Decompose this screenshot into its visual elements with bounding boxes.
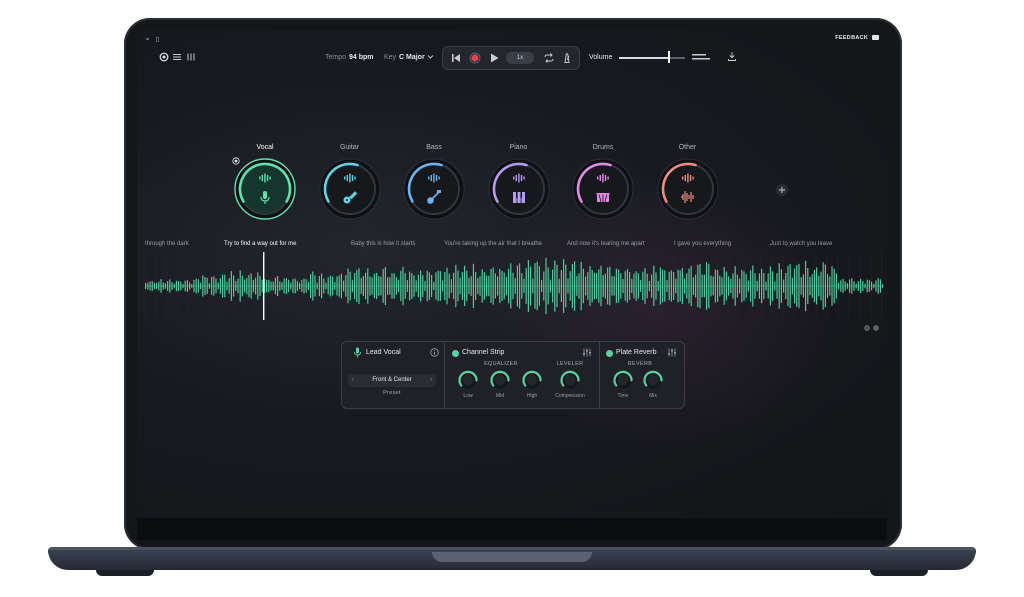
transport-controls: 1x — [442, 46, 580, 70]
laptop-screen-chin — [137, 518, 887, 540]
lyric-line[interactable]: through the dark — [145, 241, 189, 247]
laptop-notch — [432, 552, 592, 562]
zoom-out-icon[interactable] — [864, 325, 871, 332]
volume-slider-handle[interactable] — [667, 51, 670, 63]
stem-button-vocal[interactable] — [234, 158, 296, 220]
leveler-label: LEVELER — [556, 361, 584, 367]
solo-indicator-icon[interactable] — [232, 157, 240, 165]
chevron-down-icon[interactable] — [427, 53, 434, 60]
effects-panel: Lead Vocal ‹ Front & Center › Preset Cha… — [341, 341, 685, 409]
mid-knob-label: Mid — [495, 393, 505, 399]
info-icon[interactable] — [430, 348, 439, 357]
reverb-label: REVERB — [627, 361, 653, 367]
skip-back-icon[interactable] — [450, 52, 462, 64]
key-value[interactable]: C Major — [399, 54, 425, 61]
lyric-line[interactable]: Just to watch you leave — [770, 241, 832, 247]
microphone-icon — [354, 347, 361, 358]
feedback-button[interactable]: FEEDBACK — [835, 35, 879, 41]
lyric-line[interactable]: Baby this is how it starts — [351, 241, 415, 247]
time-knob[interactable] — [612, 369, 634, 391]
export-icon[interactable] — [727, 51, 737, 62]
preset-selector[interactable]: ‹ Front & Center › — [348, 374, 436, 387]
preset-value: Front & Center — [372, 377, 412, 383]
plate-reverb-title: Plate Reverb — [616, 349, 657, 356]
stem-label-guitar: Guitar — [339, 144, 360, 151]
stem-label-vocal: Vocal — [256, 144, 274, 151]
tempo-label: Tempo — [325, 54, 347, 61]
metronome-icon[interactable] — [561, 52, 573, 64]
menu-icon[interactable] — [172, 52, 182, 62]
compression-knob[interactable] — [559, 369, 581, 391]
mixer-view-icon[interactable] — [186, 52, 196, 62]
system-bar-left: ⚬ ▯ — [145, 36, 159, 43]
feedback-label: FEEDBACK — [835, 35, 869, 41]
playback-speed-button[interactable]: 1x — [506, 52, 534, 64]
feedback-icon — [872, 35, 879, 41]
track-name: Lead Vocal — [366, 349, 401, 356]
waveform[interactable] — [137, 252, 887, 320]
stem-label-bass: Bass — [426, 144, 442, 151]
section-divider — [444, 342, 445, 408]
app-logo-icon[interactable] — [159, 52, 169, 62]
preset-label: Preset — [383, 390, 401, 396]
stem-button-other[interactable] — [657, 158, 719, 220]
laptop-foot-left — [96, 570, 154, 576]
stem-button-guitar[interactable] — [319, 158, 381, 220]
lyric-line[interactable]: You're taking up the air that I breathe — [444, 241, 542, 247]
key-label: Key — [384, 54, 397, 61]
sliders-icon[interactable] — [582, 348, 592, 357]
add-stem-button[interactable] — [775, 183, 789, 197]
laptop-foot-right — [870, 570, 928, 576]
sliders-icon[interactable] — [667, 348, 677, 357]
level-meter-icon — [692, 54, 710, 60]
zoom-in-icon[interactable] — [873, 325, 880, 332]
lyric-line[interactable]: And now it's tearing me apart — [567, 241, 645, 247]
mix-knob[interactable] — [642, 369, 664, 391]
mid-knob[interactable] — [489, 369, 511, 391]
channel-strip-title: Channel Strip — [462, 349, 505, 356]
plate-reverb-toggle[interactable] — [606, 350, 613, 357]
mix-knob-label: Mix — [649, 393, 657, 399]
control-center-icon[interactable]: ⚬ — [145, 37, 150, 43]
low-knob[interactable] — [457, 369, 479, 391]
stem-label-piano: Piano — [509, 144, 528, 151]
chevron-left-icon[interactable]: ‹ — [352, 374, 354, 387]
equalizer-label: EQUALIZER — [484, 361, 518, 367]
channel-strip-toggle[interactable] — [452, 350, 459, 357]
document-icon[interactable]: ▯ — [156, 37, 159, 43]
time-knob-label: Time — [617, 393, 629, 399]
stem-label-other: Other — [678, 144, 697, 151]
chevron-right-icon[interactable]: › — [430, 374, 432, 387]
compression-knob-label: Compression — [555, 393, 585, 399]
lyric-line[interactable]: Try to find a way out for me — [224, 241, 296, 247]
high-knob-label: High — [526, 393, 538, 399]
volume-slider-fill — [619, 57, 669, 59]
volume-label: Volume — [589, 54, 613, 61]
app-screen: ⚬ ▯ FEEDBACK Tempo 94 bpm Key C Major 1x — [137, 30, 887, 518]
play-icon[interactable] — [488, 52, 500, 64]
lyric-line[interactable]: I gave you everything — [674, 241, 731, 247]
stem-label-drums: Drums — [592, 144, 614, 151]
stem-button-bass[interactable] — [403, 158, 465, 220]
loop-icon[interactable] — [543, 52, 555, 64]
high-knob[interactable] — [521, 369, 543, 391]
playhead — [263, 252, 265, 320]
stem-button-piano[interactable] — [488, 158, 550, 220]
section-divider — [599, 342, 600, 408]
low-knob-label: Low — [463, 393, 473, 399]
record-icon[interactable] — [469, 52, 481, 64]
tempo-value[interactable]: 94 bpm — [349, 54, 374, 61]
stem-button-drums[interactable] — [572, 158, 634, 220]
